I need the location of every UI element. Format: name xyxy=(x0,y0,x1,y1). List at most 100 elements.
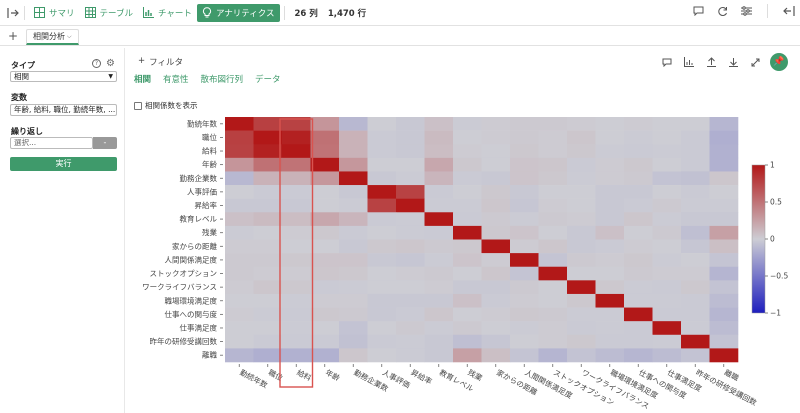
heatmap-cell[interactable] xyxy=(339,212,368,227)
heatmap-cell[interactable] xyxy=(709,198,739,213)
heatmap-cell[interactable] xyxy=(510,280,539,295)
heatmap-cell[interactable] xyxy=(624,321,653,336)
heatmap-cell[interactable] xyxy=(652,253,682,268)
heatmap-cell[interactable] xyxy=(424,198,454,213)
heatmap-cell[interactable] xyxy=(310,212,340,227)
heatmap-cell[interactable] xyxy=(681,321,710,336)
heatmap-cell[interactable] xyxy=(282,171,311,186)
heatmap-cell[interactable] xyxy=(253,185,283,199)
heatmap-cell[interactable] xyxy=(453,225,482,240)
heatmap-cell[interactable] xyxy=(424,307,454,322)
heatmap-cell[interactable] xyxy=(310,266,340,281)
heatmap-cell[interactable] xyxy=(253,293,283,308)
heatmap-cell[interactable] xyxy=(652,348,682,363)
heatmap-cell[interactable] xyxy=(396,225,425,240)
heatmap-cell[interactable] xyxy=(567,253,596,268)
heatmap-cell[interactable] xyxy=(424,157,454,172)
heatmap-cell[interactable] xyxy=(510,225,539,240)
heatmap-cell[interactable] xyxy=(253,198,283,213)
heatmap-cell[interactable] xyxy=(567,293,596,308)
heatmap-cell[interactable] xyxy=(567,334,596,349)
heatmap-cell[interactable] xyxy=(367,280,397,295)
heatmap-cell[interactable] xyxy=(282,144,311,159)
heatmap-cell[interactable] xyxy=(481,212,511,227)
heatmap-cell[interactable] xyxy=(253,144,283,159)
heatmap-cell[interactable] xyxy=(282,225,311,240)
heatmap-cell[interactable] xyxy=(652,117,682,131)
heatmap-cell[interactable] xyxy=(481,321,511,336)
heatmap-cell[interactable] xyxy=(510,171,539,186)
heatmap-cell[interactable] xyxy=(367,321,397,336)
heatmap-cell[interactable] xyxy=(624,348,653,363)
heatmap-cell[interactable] xyxy=(510,253,539,268)
heatmap-cell[interactable] xyxy=(481,348,511,363)
heatmap-cell[interactable] xyxy=(567,348,596,363)
heatmap-cell[interactable] xyxy=(481,239,511,254)
heatmap-cell[interactable] xyxy=(253,266,283,281)
heatmap-cell[interactable] xyxy=(424,266,454,281)
heatmap-cell[interactable] xyxy=(538,253,568,268)
heatmap-cell[interactable] xyxy=(567,239,596,254)
heatmap-cell[interactable] xyxy=(396,117,425,131)
heatmap-cell[interactable] xyxy=(424,280,454,295)
heatmap-cell[interactable] xyxy=(595,348,625,363)
heatmap-cell[interactable] xyxy=(367,130,397,145)
heatmap-cell[interactable] xyxy=(253,130,283,145)
heatmap-cell[interactable] xyxy=(225,130,254,145)
heatmap-cell[interactable] xyxy=(681,171,710,186)
heatmap-cell[interactable] xyxy=(624,130,653,145)
heatmap-cell[interactable] xyxy=(367,307,397,322)
heatmap-cell[interactable] xyxy=(681,185,710,199)
heatmap-cell[interactable] xyxy=(453,185,482,199)
heatmap-cell[interactable] xyxy=(510,198,539,213)
heatmap-cell[interactable] xyxy=(510,130,539,145)
heatmap-cell[interactable] xyxy=(481,266,511,281)
heatmap-cell[interactable] xyxy=(225,321,254,336)
heatmap-cell[interactable] xyxy=(310,225,340,240)
heatmap-cell[interactable] xyxy=(624,239,653,254)
heatmap-cell[interactable] xyxy=(310,198,340,213)
heatmap-cell[interactable] xyxy=(339,198,368,213)
heatmap-cell[interactable] xyxy=(225,266,254,281)
heatmap-cell[interactable] xyxy=(681,348,710,363)
heatmap-cell[interactable] xyxy=(253,225,283,240)
heatmap-cell[interactable] xyxy=(567,198,596,213)
heatmap-cell[interactable] xyxy=(225,198,254,213)
heatmap-cell[interactable] xyxy=(567,321,596,336)
heatmap-cell[interactable] xyxy=(310,348,340,363)
heatmap-cell[interactable] xyxy=(595,293,625,308)
heatmap-cell[interactable] xyxy=(624,212,653,227)
heatmap-cell[interactable] xyxy=(339,117,368,131)
heatmap-cell[interactable] xyxy=(282,212,311,227)
heatmap-cell[interactable] xyxy=(225,212,254,227)
heatmap-cell[interactable] xyxy=(282,307,311,322)
heatmap-cell[interactable] xyxy=(481,117,511,131)
heatmap-cell[interactable] xyxy=(595,239,625,254)
heatmap-cell[interactable] xyxy=(652,198,682,213)
heatmap-cell[interactable] xyxy=(453,293,482,308)
heatmap-cell[interactable] xyxy=(396,171,425,186)
heatmap-cell[interactable] xyxy=(681,225,710,240)
heatmap-cell[interactable] xyxy=(595,144,625,159)
heatmap-cell[interactable] xyxy=(253,334,283,349)
heatmap-cell[interactable] xyxy=(339,280,368,295)
heatmap-cell[interactable] xyxy=(253,321,283,336)
heatmap-cell[interactable] xyxy=(396,348,425,363)
heatmap-cell[interactable] xyxy=(282,266,311,281)
heatmap-cell[interactable] xyxy=(681,117,710,131)
heatmap-cell[interactable] xyxy=(453,171,482,186)
heatmap-cell[interactable] xyxy=(396,198,425,213)
heatmap-cell[interactable] xyxy=(453,348,482,363)
heatmap-cell[interactable] xyxy=(253,307,283,322)
heatmap-cell[interactable] xyxy=(624,266,653,281)
heatmap-cell[interactable] xyxy=(367,185,397,199)
heatmap-cell[interactable] xyxy=(538,321,568,336)
heatmap-cell[interactable] xyxy=(282,239,311,254)
heatmap-cell[interactable] xyxy=(624,117,653,131)
heatmap-cell[interactable] xyxy=(481,225,511,240)
heatmap-cell[interactable] xyxy=(567,130,596,145)
heatmap-cell[interactable] xyxy=(510,266,539,281)
heatmap-cell[interactable] xyxy=(567,307,596,322)
heatmap-cell[interactable] xyxy=(652,130,682,145)
heatmap-cell[interactable] xyxy=(567,280,596,295)
